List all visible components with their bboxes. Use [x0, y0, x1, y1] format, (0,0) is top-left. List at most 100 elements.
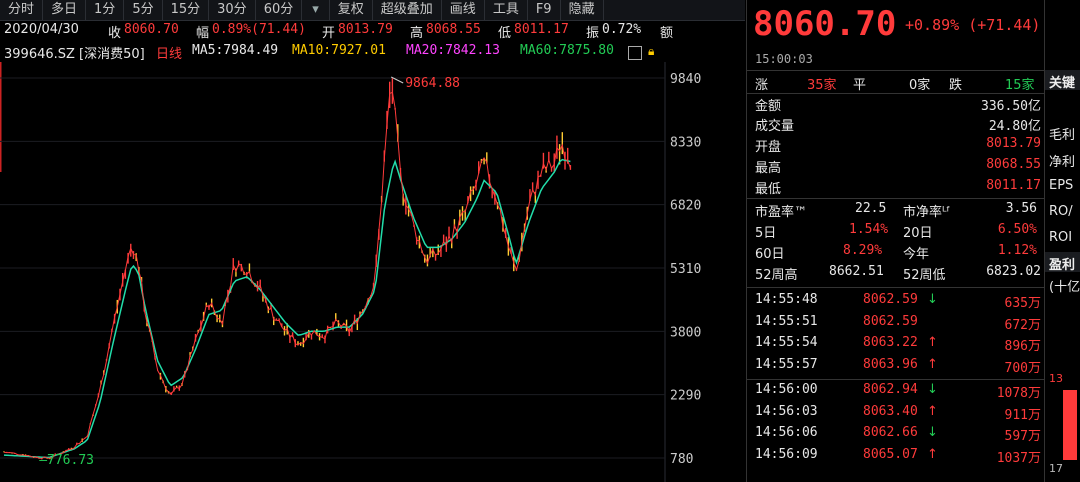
overlay-button[interactable]: 超级叠加 [373, 0, 442, 20]
amount-value: 336.50亿 [981, 99, 1041, 114]
tab-multiday[interactable]: 多日 [43, 0, 87, 20]
close-value: 8060.70 [124, 22, 179, 37]
y-tick-label: 5310 [670, 262, 701, 277]
tick-row: 14:56:00 8062.94 ↓ 1078万 [747, 382, 1045, 401]
d5-label: 5日 [755, 226, 777, 241]
up-count: 35家 [807, 78, 837, 93]
bar-date: 2020/04/30 [4, 22, 79, 37]
tab-intraday[interactable]: 分时 [0, 0, 44, 20]
up-label: 涨 [755, 78, 769, 93]
kline-chart[interactable]: 9840 8330 6820 5310 3800 2290 780 9864.88 —776.… [0, 62, 745, 482]
profit-bar [1063, 390, 1077, 460]
tick-price: 8063.22 [863, 335, 918, 350]
w52l-value: 6823.02 [986, 264, 1041, 279]
tab-1min[interactable]: 1分 [86, 0, 125, 20]
d20-value: 6.50% [997, 222, 1037, 237]
period-dropdown[interactable]: ▾ [302, 0, 330, 20]
tick-price: 8062.59 [863, 292, 918, 307]
divider [747, 198, 1045, 199]
divider [747, 378, 1045, 380]
bar-info-line: 2020/04/30 收 8060.70 幅 0.89%(71.44) 开 80… [0, 22, 745, 41]
divider [747, 70, 1045, 71]
year-label: 17 [1049, 462, 1063, 475]
tick-price: 8063.40 [863, 403, 918, 419]
arrow-up-icon: ↑ [927, 446, 938, 462]
adjust-button[interactable]: 复权 [330, 0, 373, 20]
divider [747, 287, 1045, 288]
tick-row: 14:55:57 8063.96 ↑ 700万 [747, 357, 1045, 376]
d60-label: 60日 [755, 247, 785, 262]
period-label: 日线 [156, 47, 183, 62]
f9-button[interactable]: F9 [528, 0, 561, 20]
tick-volume: 672万 [1004, 317, 1041, 333]
settings-icon[interactable] [628, 46, 642, 60]
tick-time: 14:55:57 [755, 356, 818, 372]
volume-label: 成交量 [755, 119, 795, 134]
tick-time: 14:56:03 [755, 403, 818, 419]
ytd-label: 今年 [903, 247, 930, 262]
hide-button[interactable]: 隐藏 [561, 0, 604, 20]
y-tick-label: 6820 [670, 199, 701, 214]
tick-volume: 1037万 [996, 450, 1041, 466]
lock-icon[interactable]: 🔒︎ [648, 44, 654, 59]
price-change: +0.89% (+71.44) [905, 16, 1041, 34]
index-code: 399646.SZ [深消费50] [4, 47, 145, 62]
panel-title: 关键 [1049, 76, 1076, 91]
down-count: 15家 [1005, 78, 1035, 93]
arrow-down-icon: ↓ [927, 292, 938, 307]
price-line [3, 91, 571, 460]
high-value: 8068.55 [426, 22, 481, 37]
breadth-row: 涨 35家 平 0家 跌 15家 [747, 74, 1045, 93]
pe-value: 22.5 [855, 201, 887, 216]
tick-row: 14:55:48 8062.59 ↓ 635万 [747, 292, 1045, 311]
indicator-line: 399646.SZ [深消费50] 日线 MA5:7984.49 MA10:79… [0, 43, 745, 62]
max-annotation: 9864.88 [405, 76, 460, 91]
change-label: 幅 [196, 26, 210, 41]
profit-section-title: 盈利 [1049, 258, 1076, 273]
tools-button[interactable]: 工具 [485, 0, 528, 20]
low-value: 8011.17 [986, 178, 1041, 193]
tick-row: 14:56:03 8063.40 ↑ 911万 [747, 404, 1045, 423]
tick-volume: 896万 [1004, 339, 1041, 354]
low-label: 最低 [755, 182, 782, 197]
bar-value-label: 13 [1049, 372, 1063, 385]
tick-volume: 635万 [1004, 296, 1041, 311]
pb-value: 3.56 [1005, 201, 1037, 216]
high-label: 最高 [755, 161, 782, 176]
price-marks [3, 78, 572, 460]
ma10-label: MA10:7927.01 [292, 43, 386, 58]
ytd-value: 1.12% [997, 243, 1037, 258]
net-margin-label: 净利 [1049, 155, 1076, 170]
draw-line-button[interactable]: 画线 [442, 0, 485, 20]
tab-5min[interactable]: 5分 [124, 0, 163, 20]
roe-label: ROI [1049, 230, 1073, 245]
eps-label: EPS [1049, 178, 1074, 193]
down-label: 跌 [949, 78, 963, 93]
tick-row: 14:56:06 8062.66 ↓ 597万 [747, 425, 1045, 444]
flat-count: 0家 [909, 78, 931, 93]
tick-time: 14:56:00 [755, 382, 818, 397]
d20-label: 20日 [903, 226, 933, 241]
amp-label: 振 [586, 26, 600, 41]
tick-price: 8062.59 [863, 313, 918, 329]
arrow-down-icon: ↓ [927, 425, 938, 440]
open-value: 8013.79 [986, 136, 1041, 151]
low-row: 最低 8011.17 [747, 178, 1045, 197]
close-label: 收 [108, 26, 122, 41]
tick-row: 14:56:09 8065.07 ↑ 1037万 [747, 447, 1045, 466]
amount-row: 金额 336.50亿 [747, 95, 1045, 114]
open-value: 8013.79 [338, 22, 393, 37]
tab-30min[interactable]: 30分 [209, 0, 256, 20]
pb-label: 市净率ᴸᶠ [903, 205, 951, 220]
unit-label: (十亿 [1049, 280, 1080, 295]
tick-price: 8063.96 [863, 356, 918, 372]
tab-15min[interactable]: 15分 [163, 0, 210, 20]
roa-label: RO/ [1049, 204, 1073, 219]
tab-60min[interactable]: 60分 [256, 0, 303, 20]
high-value: 8068.55 [986, 157, 1041, 172]
y-tick-label: 9840 [670, 72, 701, 87]
ma5-label: MA5:7984.49 [192, 43, 279, 58]
y-axis-ticks: 9840 8330 6820 5310 3800 2290 780 [670, 72, 701, 467]
open-label: 开盘 [755, 140, 782, 155]
w52l-label: 52周低 [903, 268, 946, 283]
